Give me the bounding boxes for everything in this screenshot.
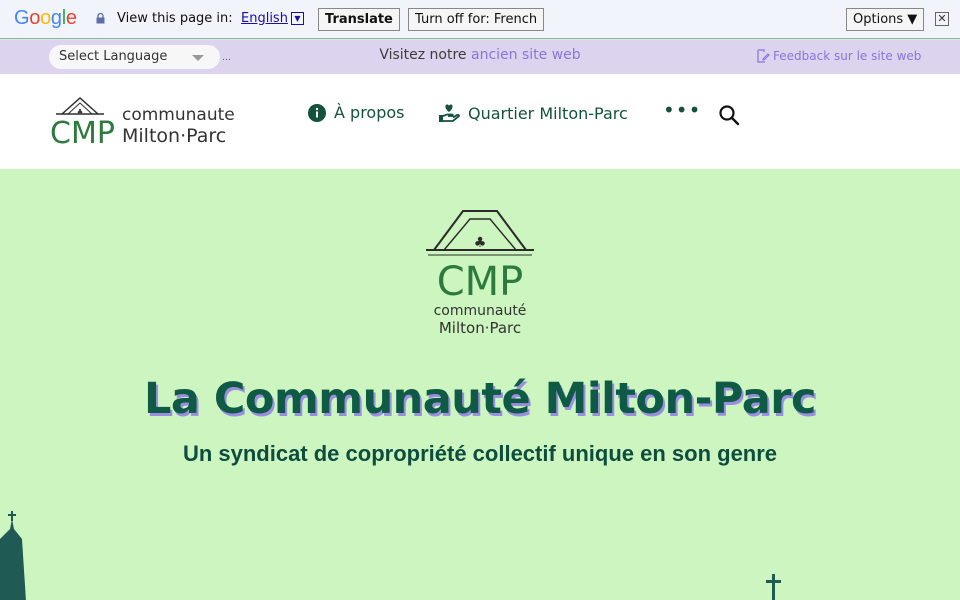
old-site-link[interactable]: ancien site web bbox=[471, 47, 581, 63]
translate-bar: Google View this page in: English ▼ Tran… bbox=[0, 0, 960, 39]
hero-title: La Communauté Milton-Parc bbox=[143, 374, 817, 424]
translate-prompt: View this page in: bbox=[117, 11, 233, 26]
more-menu-icon[interactable]: ••• bbox=[663, 98, 701, 122]
svg-text:♣: ♣ bbox=[77, 108, 83, 116]
nav-about[interactable]: À propos bbox=[308, 103, 404, 122]
church-spire-illustration bbox=[0, 511, 26, 600]
svg-text:Milton·Parc: Milton·Parc bbox=[122, 125, 226, 147]
svg-text:communauté: communauté bbox=[434, 303, 527, 319]
hand-heart-icon bbox=[439, 104, 460, 122]
utility-bar: Select Language … Visitez notre ancien s… bbox=[0, 40, 960, 74]
site-logo[interactable]: ♣ CMP communaute Milton·Parc bbox=[48, 92, 238, 152]
translate-button[interactable]: Translate bbox=[318, 8, 400, 31]
search-icon[interactable] bbox=[718, 104, 740, 126]
cross-illustration bbox=[766, 574, 781, 600]
info-icon bbox=[308, 103, 326, 122]
svg-text:CMP: CMP bbox=[50, 116, 115, 151]
hero-logo: ♣ CMP communauté Milton·Parc bbox=[426, 210, 534, 337]
svg-text:communaute: communaute bbox=[122, 105, 235, 125]
nav-about-label: À propos bbox=[334, 103, 405, 122]
nav-quartier-label: Quartier Milton-Parc bbox=[468, 103, 628, 123]
edit-icon bbox=[757, 49, 770, 63]
lock-icon bbox=[96, 13, 105, 24]
options-button[interactable]: Options ▼ bbox=[846, 8, 925, 31]
feedback-label: Feedback sur le site web bbox=[773, 49, 922, 63]
site-header: ♣ CMP communaute Milton·Parc À propos Qu… bbox=[0, 74, 960, 169]
close-icon[interactable]: ✕ bbox=[935, 12, 949, 26]
nav-quartier[interactable]: Quartier Milton-Parc bbox=[438, 103, 628, 123]
svg-text:♣: ♣ bbox=[474, 235, 487, 251]
hero-subtitle: Un syndicat de copropriété collectif uni… bbox=[182, 441, 778, 466]
turn-off-button[interactable]: Turn off for: French bbox=[408, 8, 545, 31]
target-language-link[interactable]: English bbox=[241, 11, 288, 26]
google-logo: Google bbox=[14, 7, 77, 29]
hero-section: ♣ CMP communauté Milton·Parc La Communau… bbox=[0, 169, 960, 600]
svg-text:Milton·Parc: Milton·Parc bbox=[439, 319, 521, 337]
svg-text:CMP: CMP bbox=[437, 259, 524, 305]
feedback-link[interactable]: Feedback sur le site web bbox=[756, 49, 921, 63]
cmp-logo-mark: ♣ CMP communaute Milton·Parc bbox=[50, 96, 235, 151]
chevron-down-icon[interactable]: ▼ bbox=[291, 12, 304, 25]
old-site-prefix: Visitez notre bbox=[379, 47, 471, 63]
